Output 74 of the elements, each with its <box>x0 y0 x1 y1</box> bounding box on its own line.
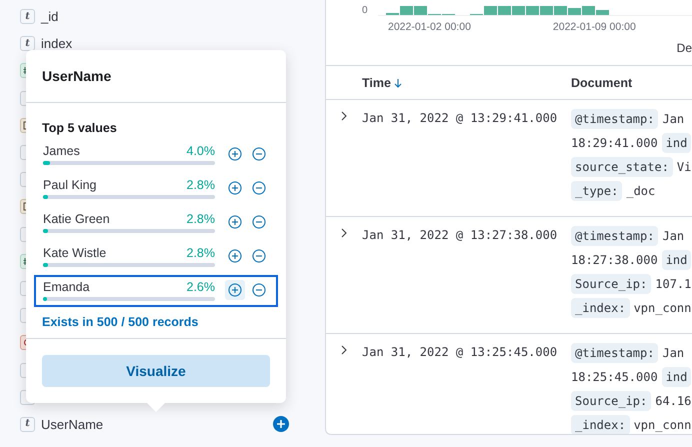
value-label: Paul King <box>43 178 97 192</box>
value-row[interactable]: Katie Green 2.8% <box>34 207 278 239</box>
value-label: Katie Green <box>43 212 110 226</box>
field-value: _doc <box>626 184 656 198</box>
x-axis-tick: 2022-01-09 00:00 <box>552 21 636 33</box>
plus-circle-icon <box>228 215 242 229</box>
value-label: Kate Wistle <box>43 246 106 260</box>
popover-title: UserName <box>26 50 286 103</box>
field-value: Vi <box>676 160 692 174</box>
field-key: source_state: <box>571 157 673 177</box>
field-key: @timestamp: <box>571 109 658 129</box>
field-value: 18:25:45.000 <box>571 370 658 384</box>
field-value: vpn_conn <box>634 418 692 432</box>
time-cell-text: Jan 31, 2022 @ 13:25:45.000 <box>362 344 558 361</box>
field-value: vpn_conn <box>634 301 692 315</box>
field-value: Jan <box>662 346 684 360</box>
field-key: @timestamp: <box>571 343 658 363</box>
x-axis-label: De <box>676 41 692 55</box>
field-value: 18:27:38.000 <box>571 253 658 267</box>
type-badge: t <box>20 36 35 52</box>
column-header[interactable]: Time <box>362 76 391 90</box>
field-key: _type: <box>571 181 622 201</box>
filter-for-button[interactable] <box>225 280 245 300</box>
value-label: Emanda <box>43 280 90 294</box>
column-header[interactable]: Document <box>571 76 632 90</box>
value-percent: 2.8% <box>186 246 215 260</box>
minus-circle-icon <box>252 215 266 229</box>
time-cell-text: Jan 31, 2022 @ 13:27:38.000 <box>362 227 558 244</box>
value-row[interactable]: Kate Wistle 2.8% <box>34 241 278 273</box>
plus-circle-icon <box>228 283 242 297</box>
field-key: _index: <box>571 298 630 318</box>
type-badge: t <box>20 9 35 24</box>
expand-chevron-icon[interactable] <box>340 111 348 121</box>
time-cell-text: Jan 31, 2022 @ 13:29:41.000 <box>362 110 558 127</box>
minus-circle-icon <box>252 181 266 195</box>
field-key: ind <box>662 367 692 387</box>
field-name[interactable]: index <box>41 36 289 52</box>
plus-circle-icon <box>228 249 242 263</box>
expand-chevron-icon[interactable] <box>340 345 348 355</box>
field-key: ind <box>662 250 692 270</box>
value-percent: 2.8% <box>186 212 215 226</box>
plus-circle-icon <box>228 181 242 195</box>
field-key: Source_ip: <box>571 274 652 294</box>
value-row[interactable]: Paul King 2.8% <box>34 173 278 205</box>
add-field-button[interactable] <box>273 416 289 432</box>
field-key: Source_ip: <box>571 391 652 411</box>
minus-circle-icon <box>252 283 266 297</box>
plus-circle-icon <box>228 147 242 161</box>
x-axis-tick: 2022-01-02 00:00 <box>388 21 471 33</box>
field-key: @timestamp: <box>571 226 658 246</box>
minus-circle-icon <box>252 249 266 263</box>
type-badge: t <box>20 416 35 432</box>
exists-link[interactable]: Exists in 500 / 500 records <box>34 309 278 329</box>
value-row[interactable]: James 4.0% <box>34 139 278 171</box>
field-value: 64.16 <box>655 394 692 408</box>
field-value: Jan <box>662 112 684 126</box>
value-row[interactable]: Emanda 2.6% <box>34 275 278 307</box>
expand-chevron-icon[interactable] <box>340 228 348 238</box>
field-name[interactable]: UserName <box>41 416 267 432</box>
field-key: _index: <box>571 415 630 434</box>
field-name[interactable]: _id <box>41 9 289 24</box>
value-percent: 2.8% <box>186 178 215 192</box>
value-label: James <box>43 144 80 158</box>
minus-circle-icon <box>252 147 266 161</box>
visualize-button[interactable]: Visualize <box>42 355 270 387</box>
value-percent: 2.6% <box>186 280 215 294</box>
value-percent: 4.0% <box>186 144 215 158</box>
field-value: Jan <box>662 229 684 243</box>
field-key: ind <box>662 133 692 153</box>
field-value: 18:29:41.000 <box>571 136 658 150</box>
y-axis-tick: 0 <box>362 5 369 16</box>
plus-icon <box>276 419 286 430</box>
field-value: 107.1 <box>655 277 692 291</box>
top-values-heading: Top 5 values <box>41 121 118 135</box>
